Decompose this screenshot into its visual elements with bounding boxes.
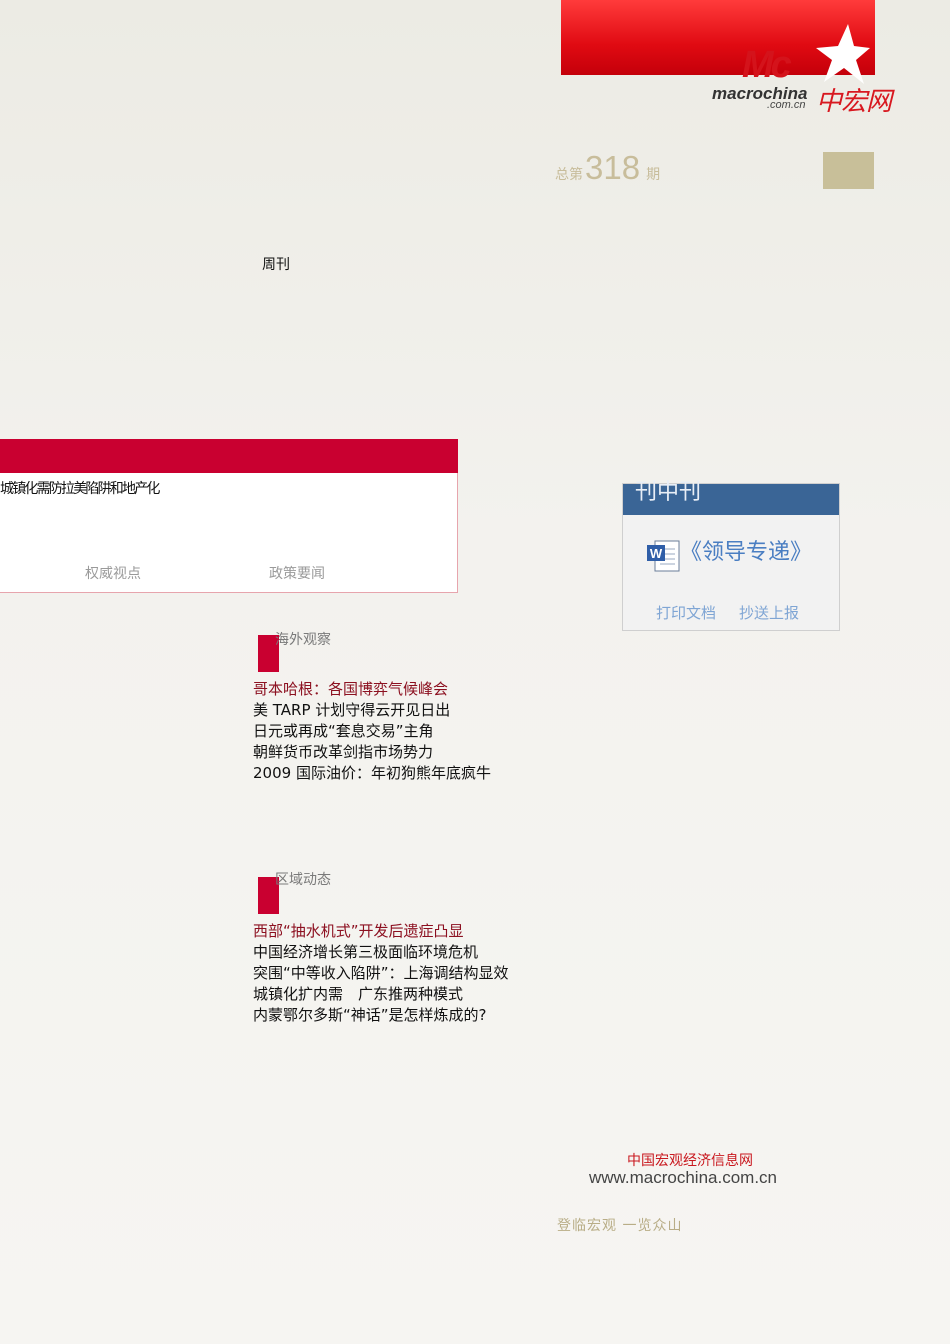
issue-decor-box <box>823 152 874 189</box>
regional-news-list: 西部“抽水机式”开发后遗症凸显 中国经济增长第三极面临环境危机 突围“中等收入陷… <box>253 921 509 1026</box>
logo-domain: .com.cn <box>767 99 806 111</box>
tab-authority-view[interactable]: 权威视点 <box>85 563 141 583</box>
issue-value: 318 <box>585 149 641 186</box>
footer-slogan: 登临宏观 一览众山 <box>557 1218 683 1234</box>
section-title-overseas: 海外观察 <box>275 632 331 648</box>
list-item[interactable]: 2009 国际油价：年初狗熊年底疯牛 <box>253 763 491 784</box>
list-item[interactable]: 美 TARP 计划守得云开见日出 <box>253 700 491 721</box>
print-document-link[interactable]: 打印文档 <box>656 602 716 623</box>
footer-org-name: 中国宏观经济信息网 <box>627 1153 753 1169</box>
word-document-icon[interactable]: W <box>646 537 682 573</box>
issue-number: 总第318 期 <box>555 149 660 187</box>
weekly-label: 周刊 <box>262 257 290 273</box>
send-report-link[interactable]: 抄送上报 <box>739 602 799 623</box>
widget-title: 刊中刊 <box>635 480 702 505</box>
widget-doc-title[interactable]: 《领导专递》 <box>680 534 812 566</box>
list-item[interactable]: 哥本哈根：各国博弈气候峰会 <box>253 679 491 700</box>
list-item[interactable]: 中国经济增长第三极面临环境危机 <box>253 942 509 963</box>
section-title-regional: 区域动态 <box>275 872 331 888</box>
list-item[interactable]: 朝鲜货币改革剑指市场势力 <box>253 742 491 763</box>
overseas-news-list: 哥本哈根：各国博弈气候峰会 美 TARP 计划守得云开见日出 日元或再成“套息交… <box>253 679 491 784</box>
list-item[interactable]: 日元或再成“套息交易”主角 <box>253 721 491 742</box>
svg-text:W: W <box>650 546 663 561</box>
star-icon <box>816 24 870 84</box>
footer-url-link[interactable]: www.macrochina.com.cn <box>589 1168 777 1188</box>
headline-link[interactable]: 城镇化需防拉美陷阱和地产化 <box>0 478 160 498</box>
tab-policy-news[interactable]: 政策要闻 <box>269 563 325 583</box>
logo-chinese-name: 中宏网 <box>816 87 892 117</box>
list-item[interactable]: 内蒙鄂尔多斯“神话”是怎样炼成的? <box>253 1005 509 1026</box>
issue-suffix: 期 <box>646 167 661 183</box>
list-item[interactable]: 城镇化扩内需 广东推两种模式 <box>253 984 509 1005</box>
logo-mark: Mc <box>742 44 792 86</box>
issue-prefix: 总第 <box>555 167 583 183</box>
list-item[interactable]: 西部“抽水机式”开发后遗症凸显 <box>253 921 509 942</box>
list-item[interactable]: 突围“中等收入陷阱”：上海调结构显效 <box>253 963 509 984</box>
headline-bar <box>0 439 458 473</box>
